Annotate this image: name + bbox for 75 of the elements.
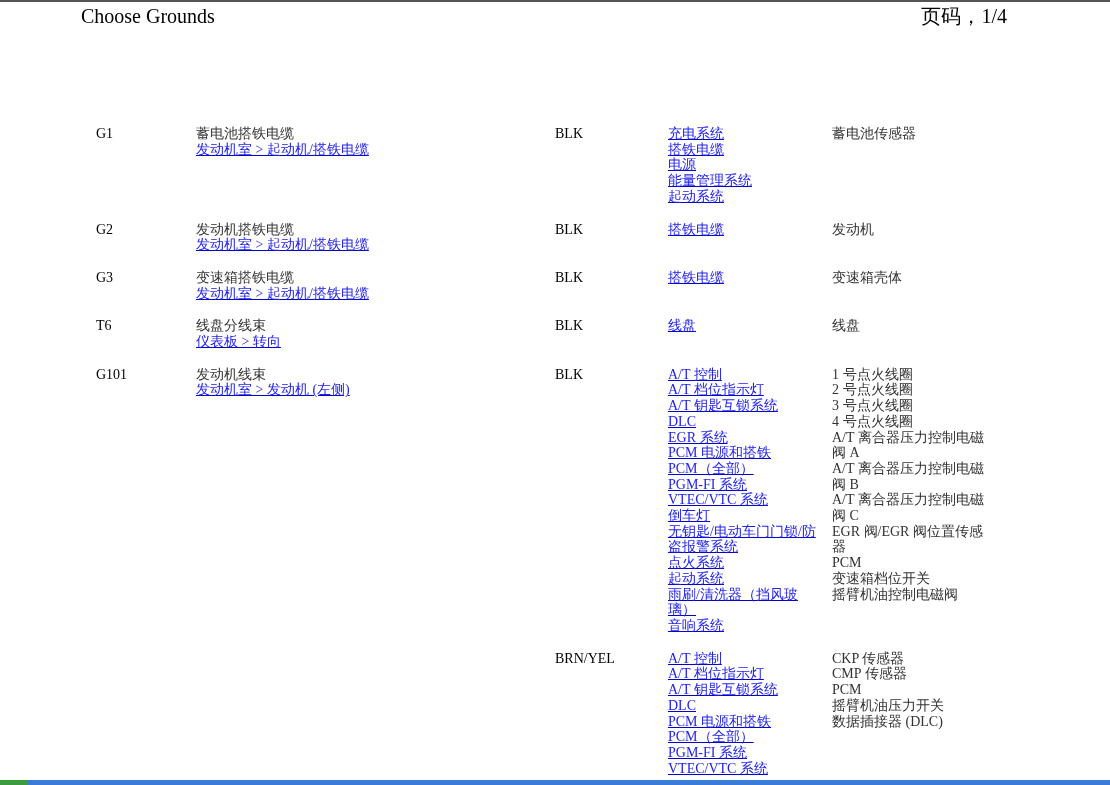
component-name: 1 号点火线圈	[832, 366, 913, 383]
system-link[interactable]: 能量管理系统	[668, 173, 752, 189]
component-name: PCM	[832, 555, 862, 571]
system-link[interactable]: PCM（全部）	[668, 460, 754, 477]
system-link[interactable]: DLC	[668, 413, 696, 430]
system-link[interactable]: 搭铁电缆	[668, 141, 724, 158]
component-name: 数据插接器 (DLC)	[832, 713, 943, 730]
ground-code: G1	[96, 126, 114, 141]
system-link[interactable]: A/T 档位指示灯	[668, 382, 764, 399]
ground-name: 发动机搭铁电缆	[196, 221, 294, 237]
ground-name: 发动机线束	[196, 366, 266, 382]
system-link[interactable]: 雨刷/清洗器（挡风玻璃）	[668, 586, 820, 618]
ground-name: 线盘分线束	[196, 318, 266, 334]
start-button[interactable]	[0, 780, 28, 785]
component-name: A/T 离合器压力控制电磁阀 A	[832, 429, 985, 461]
system-link[interactable]: 搭铁电缆	[668, 221, 724, 238]
system-link[interactable]: 起动系统	[668, 570, 724, 587]
system-link[interactable]: VTEC/VTC 系统	[668, 492, 768, 509]
system-link[interactable]: VTEC/VTC 系统	[668, 760, 768, 777]
component-name: 3 号点火线圈	[832, 398, 913, 414]
system-link[interactable]: 音响系统	[668, 618, 724, 634]
system-link[interactable]: 线盘	[668, 318, 696, 335]
location-link[interactable]: 仪表板 > 转向	[196, 334, 281, 350]
system-link[interactable]: PGM-FI 系统	[668, 476, 747, 493]
system-link[interactable]: A/T 档位指示灯	[668, 666, 764, 683]
component-name: A/T 离合器压力控制电磁阀 C	[832, 492, 985, 524]
ground-code: G3	[96, 269, 114, 285]
component-name: EGR 阀/EGR 阀位置传感器	[832, 523, 984, 556]
wire-color: BRN/YEL	[555, 650, 615, 666]
component-name: CMP 传感器	[832, 666, 907, 683]
component-name: 蓄电池传感器	[832, 126, 916, 142]
system-link[interactable]: 无钥匙/电动车门门锁/防盗报警系统	[668, 523, 820, 556]
wire-color: BLK	[555, 126, 583, 141]
ground-code: T6	[96, 318, 112, 334]
component-name: A/T 离合器压力控制电磁阀 B	[832, 460, 985, 492]
component-name: CKP 传感器	[832, 650, 905, 666]
page-title: Choose Grounds	[81, 4, 215, 28]
system-link[interactable]: 电源	[668, 157, 696, 174]
ground-name: 变速箱搭铁电缆	[196, 269, 294, 286]
location-link[interactable]: 发动机室 > 起动机/搭铁电缆	[196, 141, 369, 158]
system-link[interactable]: 充电系统	[668, 126, 724, 142]
wire-color: BLK	[555, 269, 583, 285]
system-link[interactable]: A/T 钥匙互锁系统	[668, 682, 778, 698]
component-name: 发动机	[832, 221, 874, 238]
system-link[interactable]: 倒车灯	[668, 508, 710, 524]
system-link[interactable]: PGM-FI 系统	[668, 744, 747, 761]
system-link[interactable]: 起动系统	[668, 188, 724, 205]
system-link[interactable]: 点火系统	[668, 555, 724, 571]
component-name: 变速箱档位开关	[832, 570, 930, 587]
system-link[interactable]: PCM 电源和搭铁	[668, 445, 772, 461]
ground-name: 蓄电池搭铁电缆	[196, 126, 294, 142]
component-name: 4 号点火线圈	[832, 413, 913, 430]
component-name: PCM	[832, 682, 862, 698]
ground-code: G2	[96, 221, 114, 237]
location-link[interactable]: 发动机室 > 起动机/搭铁电缆	[196, 285, 369, 302]
location-link[interactable]: 发动机室 > 起动机/搭铁电缆	[196, 237, 369, 253]
system-link[interactable]: A/T 钥匙互锁系统	[668, 398, 778, 414]
wire-color: BLK	[555, 318, 583, 334]
component-name: 2 号点火线圈	[832, 382, 913, 398]
system-link[interactable]: DLC	[668, 697, 696, 714]
system-link[interactable]: A/T 控制	[668, 366, 722, 383]
component-name: 摇臂机油压力开关	[832, 697, 944, 714]
location-link[interactable]: 发动机室 > 发动机 (左侧)	[196, 382, 350, 399]
system-link[interactable]: EGR 系统	[668, 429, 728, 446]
component-name: 变速箱壳体	[832, 269, 902, 286]
page-number: 页码，1/4	[921, 4, 1007, 28]
wire-color: BLK	[555, 366, 583, 382]
component-name: 摇臂机油控制电磁阀	[832, 586, 958, 603]
ground-code: G101	[96, 366, 128, 382]
system-link[interactable]: PCM 电源和搭铁	[668, 713, 772, 730]
system-link[interactable]: 搭铁电缆	[668, 269, 724, 286]
component-name: 线盘	[832, 318, 860, 335]
system-link[interactable]: A/T 控制	[668, 650, 722, 667]
wire-color: BLK	[555, 221, 583, 237]
system-link[interactable]: PCM（全部）	[668, 729, 754, 745]
